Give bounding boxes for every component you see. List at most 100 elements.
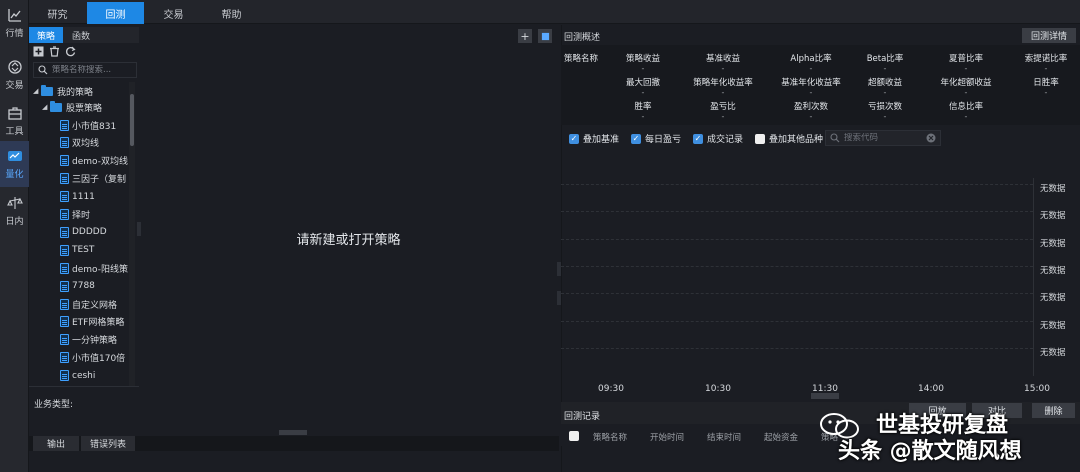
strategy-item[interactable]: demo-阳线策 — [60, 259, 128, 277]
strategy-search-input[interactable] — [52, 65, 132, 75]
stat-value: - — [964, 112, 968, 121]
strategy-file-icon — [60, 119, 69, 131]
strategy-item[interactable]: 双均线 — [60, 134, 99, 152]
stat-value: - — [883, 112, 887, 121]
stat-label: Alpha比率 — [790, 54, 832, 64]
rail-item-market[interactable]: 行情 — [0, 0, 29, 46]
strategy-item[interactable]: 自定义网格 — [60, 295, 117, 313]
tab-strategy[interactable]: 策略 — [29, 27, 63, 43]
stat-label: 索提诺比率 — [1024, 54, 1068, 64]
tab-output[interactable]: 输出 — [33, 436, 79, 451]
rail-item-tools[interactable]: 工具 — [0, 98, 29, 144]
option-overlay-benchmark[interactable]: 叠加基准 — [569, 130, 619, 147]
strategy-file-icon — [60, 226, 69, 238]
stat-value: - — [809, 64, 813, 73]
collapse-left-handle[interactable] — [137, 222, 141, 236]
expand-triangle-icon[interactable]: ◢ — [42, 103, 50, 111]
rail-label: 量化 — [5, 170, 24, 180]
option-label: 成交记录 — [707, 135, 744, 145]
stat-value: - — [1044, 64, 1048, 73]
strategy-file-icon — [60, 316, 69, 328]
strategy-item[interactable]: ETF网格策略 — [60, 313, 124, 331]
layout-button[interactable] — [538, 29, 552, 43]
tab-error-list[interactable]: 错误列表 — [81, 436, 135, 451]
strategy-label: 三因子（复制 — [72, 175, 127, 186]
stat-value: - — [641, 64, 645, 73]
option-overlay-other[interactable]: 叠加其他品种 — [755, 130, 823, 147]
chart-resize-handle[interactable] — [811, 393, 839, 399]
strategy-item[interactable]: ceshi — [60, 367, 95, 385]
left-rail: 行情 交易 工具 量化 日内 — [0, 0, 29, 472]
checkbox-checked[interactable] — [569, 133, 579, 144]
clear-icon[interactable] — [926, 133, 936, 143]
strategy-item[interactable]: 小市值831 — [60, 116, 116, 134]
folder-icon — [41, 84, 53, 96]
delete-button[interactable]: 删除 — [1032, 403, 1075, 418]
col-end-time[interactable]: 结束时间 — [707, 431, 741, 443]
tab-research[interactable]: 研究 — [29, 2, 86, 24]
stat-value: - — [721, 88, 725, 97]
strategy-item[interactable]: TEST — [60, 241, 94, 259]
strategy-file-icon — [60, 352, 69, 364]
checkbox-checked[interactable] — [693, 133, 703, 144]
strategy-tree: ◢ 我的策略 ◢ 股票策略 小市值831 双均线 demo-双均线 三因子（复制 111… — [29, 82, 129, 386]
output-area — [29, 451, 559, 472]
rail-item-intraday[interactable]: 日内 — [0, 188, 29, 234]
watermark-line2: 头条 @散文随风想 — [838, 439, 1022, 464]
tab-functions[interactable]: 函数 — [64, 27, 98, 43]
new-strategy-icon[interactable] — [33, 46, 44, 57]
expand-triangle-icon[interactable]: ◢ — [33, 87, 41, 95]
rail-item-trade[interactable]: 交易 — [0, 52, 29, 98]
tree-scrollbar-thumb[interactable] — [130, 94, 134, 146]
option-trade-records[interactable]: 成交记录 — [693, 130, 743, 147]
option-daily-pnl[interactable]: 每日盈亏 — [631, 130, 681, 147]
backtest-detail-button[interactable]: 回测详情 — [1022, 28, 1076, 43]
stat-item: 年化超额收益 - — [926, 76, 1006, 97]
col-initial-capital[interactable]: 起始资金 — [764, 431, 798, 443]
no-data-label: 无数据 — [1040, 184, 1066, 194]
rail-label: 行情 — [5, 29, 24, 39]
checkbox-checked[interactable] — [631, 133, 641, 144]
tab-help[interactable]: 帮助 — [203, 2, 260, 24]
strategy-item[interactable]: DDDDD — [60, 223, 107, 241]
strategy-item[interactable]: 小市值170倍 — [60, 349, 125, 367]
strategy-label: 小市值170倍 — [72, 354, 126, 365]
stat-label: 胜率 — [634, 102, 652, 112]
exchange-icon — [7, 60, 22, 74]
collapse-bottom-handle[interactable] — [279, 430, 307, 435]
stat-label: 夏普比率 — [948, 54, 983, 64]
stat-item: 盈亏比 - — [683, 100, 763, 121]
strategy-item[interactable]: 三因子（复制 — [60, 170, 126, 188]
x-tick-label: 14:00 — [918, 384, 944, 394]
col-start-time[interactable]: 开始时间 — [650, 431, 684, 443]
strategy-item[interactable]: demo-双均线 — [60, 152, 128, 170]
stat-label: 日胜率 — [1033, 78, 1059, 88]
refresh-icon[interactable] — [65, 46, 76, 57]
strategy-item[interactable]: 择时 — [60, 206, 90, 224]
add-button[interactable]: + — [518, 29, 532, 43]
left-panel-toolbar — [33, 46, 76, 58]
trash-icon[interactable] — [49, 46, 60, 57]
strategy-label: 双均线 — [72, 139, 100, 150]
stat-value: - — [721, 64, 725, 73]
tree-folder[interactable]: ◢ 股票策略 — [42, 98, 102, 116]
strategy-item[interactable]: 一分钟策略 — [60, 331, 117, 349]
stat-value: - — [964, 88, 968, 97]
select-all-checkbox[interactable] — [569, 431, 579, 441]
strategy-file-icon — [60, 280, 69, 292]
col-strategy-name[interactable]: 策略名称 — [593, 431, 627, 443]
no-data-label: 无数据 — [1040, 211, 1066, 221]
x-tick-label: 09:30 — [598, 384, 624, 394]
window-icon — [541, 32, 549, 40]
tab-trade[interactable]: 交易 — [145, 2, 202, 24]
strategy-item[interactable]: 1111 — [60, 188, 95, 206]
rail-item-quant[interactable]: 量化 — [0, 141, 29, 187]
tab-backtest[interactable]: 回测 — [87, 2, 144, 24]
strategy-file-icon — [60, 262, 69, 274]
tree-folder-label: 股票策略 — [66, 103, 103, 114]
intraday-icon — [6, 197, 23, 209]
backtest-chart[interactable] — [561, 152, 1080, 400]
strategy-item[interactable]: 7788 — [60, 277, 95, 295]
code-search-input[interactable] — [844, 133, 924, 143]
checkbox-unchecked[interactable] — [755, 133, 765, 144]
